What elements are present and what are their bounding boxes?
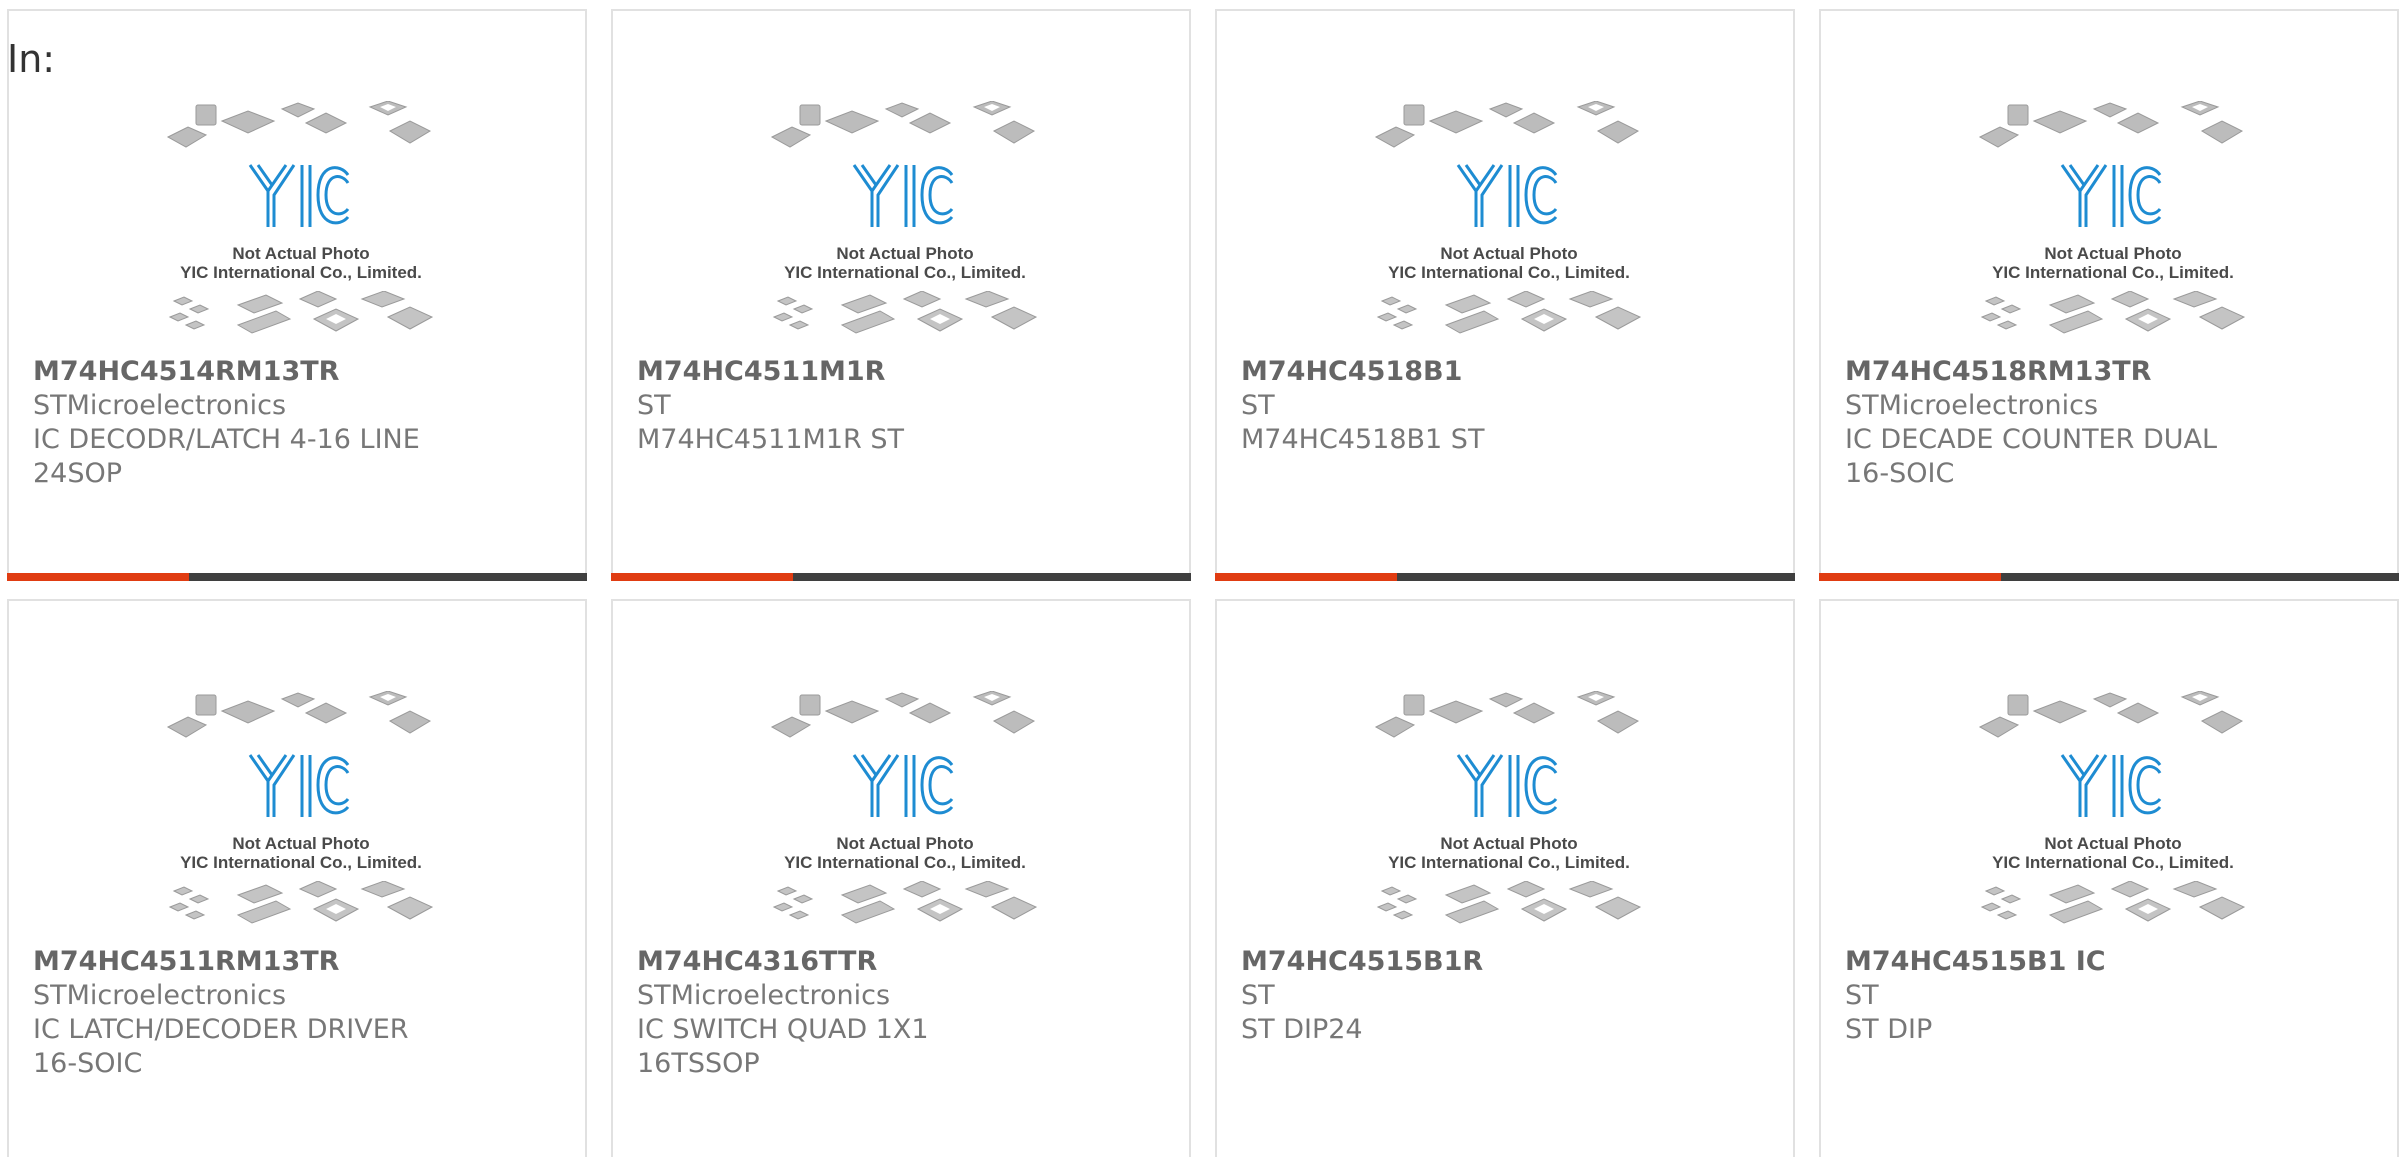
product-image-placeholder: Not Actual Photo YIC International Co., … [1374,101,1644,341]
manufacturer: STMicroelectronics [33,390,287,421]
company-caption: YIC International Co., Limited. [1992,263,2234,282]
product-card[interactable]: Not Actual Photo YIC International Co., … [611,599,1191,1157]
chip-icons-top [166,101,432,148]
chip-icons-top [1978,101,2244,148]
company-caption: YIC International Co., Limited. [1388,263,1630,282]
company-caption: YIC International Co., Limited. [784,853,1026,872]
yic-logo-icon [852,754,954,817]
product-card[interactable]: Not Actual Photo YIC International Co., … [7,9,587,581]
product-image-placeholder: Not Actual Photo YIC International Co., … [166,101,436,341]
chip-icons-bottom [1376,291,1642,334]
manufacturer: STMicroelectronics [1845,390,2099,421]
part-number[interactable]: M74HC4511RM13TR [33,945,453,979]
manufacturer: ST [637,390,671,421]
not-actual-photo-caption: Not Actual Photo [836,834,974,853]
product-info: M74HC4511M1R ST M74HC4511M1R ST [637,355,1057,457]
chip-icons-bottom [1980,881,2246,924]
manufacturer: STMicroelectronics [637,980,891,1011]
yic-logo-icon [852,164,954,227]
card-bottom-bar [611,573,1191,581]
product-description: IC DECADE COUNTER DUAL 16-SOIC [1845,424,2218,489]
chip-icons-bottom [1376,881,1642,924]
product-info: M74HC4515B1 IC ST ST DIP [1845,945,2265,1047]
product-info: M74HC4316TTR STMicroelectronics IC SWITC… [637,945,1057,1081]
manufacturer: ST [1845,980,1879,1011]
not-actual-photo-caption: Not Actual Photo [1440,244,1578,263]
yic-logo-icon [2060,164,2162,227]
yic-logo-icon [248,164,350,227]
chip-icons-top [770,101,1036,148]
manufacturer: ST [1241,390,1275,421]
product-info: M74HC4518RM13TR STMicroelectronics IC DE… [1845,355,2265,491]
product-image-placeholder: Not Actual Photo YIC International Co., … [1978,691,2248,931]
card-bottom-bar [1215,573,1795,581]
part-number[interactable]: M74HC4518B1 [1241,355,1661,389]
company-caption: YIC International Co., Limited. [1388,853,1630,872]
chip-icons-bottom [772,881,1038,924]
chip-icons-bottom [168,291,434,334]
chip-icons-top [1374,101,1640,148]
yic-logo-icon [1456,164,1558,227]
card-bottom-bar [1819,573,2399,581]
product-description: IC SWITCH QUAD 1X1 16TSSOP [637,1014,929,1079]
manufacturer: STMicroelectronics [33,980,287,1011]
product-card[interactable]: Not Actual Photo YIC International Co., … [7,599,587,1157]
product-description: M74HC4518B1 ST [1241,424,1485,455]
product-image-placeholder: Not Actual Photo YIC International Co., … [1978,101,2248,341]
product-description: IC DECODR/LATCH 4-16 LINE 24SOP [33,424,420,489]
product-image-placeholder: Not Actual Photo YIC International Co., … [770,101,1040,341]
product-description: M74HC4511M1R ST [637,424,904,455]
product-card[interactable]: Not Actual Photo YIC International Co., … [1819,9,2399,581]
not-actual-photo-caption: Not Actual Photo [232,244,370,263]
product-listing-page: In: Not Actual Photo YIC International C… [0,0,2400,1157]
not-actual-photo-caption: Not Actual Photo [1440,834,1578,853]
product-description: ST DIP [1845,1014,1933,1045]
product-image-placeholder: Not Actual Photo YIC International Co., … [166,691,436,931]
yic-logo-icon [248,754,350,817]
chip-icons-bottom [168,881,434,924]
product-image-placeholder: Not Actual Photo YIC International Co., … [1374,691,1644,931]
chip-icons-top [166,691,432,738]
card-bar-accent [611,573,793,581]
not-actual-photo-caption: Not Actual Photo [2044,244,2182,263]
chip-icons-bottom [772,291,1038,334]
company-caption: YIC International Co., Limited. [180,263,422,282]
not-actual-photo-caption: Not Actual Photo [2044,834,2182,853]
product-info: M74HC4515B1R ST ST DIP24 [1241,945,1661,1047]
not-actual-photo-caption: Not Actual Photo [836,244,974,263]
card-bar-accent [7,573,189,581]
product-card[interactable]: Not Actual Photo YIC International Co., … [1215,9,1795,581]
company-caption: YIC International Co., Limited. [180,853,422,872]
product-description: IC LATCH/DECODER DRIVER 16-SOIC [33,1014,409,1079]
part-number[interactable]: M74HC4316TTR [637,945,1057,979]
product-info: M74HC4518B1 ST M74HC4518B1 ST [1241,355,1661,457]
chip-icons-top [770,691,1036,738]
company-caption: YIC International Co., Limited. [1992,853,2234,872]
chip-icons-bottom [1980,291,2246,334]
part-number[interactable]: M74HC4518RM13TR [1845,355,2265,389]
product-image-placeholder: Not Actual Photo YIC International Co., … [770,691,1040,931]
product-info: M74HC4511RM13TR STMicroelectronics IC LA… [33,945,453,1081]
chip-icons-top [1374,691,1640,738]
card-bar-accent [1819,573,2001,581]
chip-icons-top [1978,691,2244,738]
page-label: In: [7,37,56,81]
company-caption: YIC International Co., Limited. [784,263,1026,282]
part-number[interactable]: M74HC4511M1R [637,355,1057,389]
card-bar-accent [1215,573,1397,581]
product-description: ST DIP24 [1241,1014,1363,1045]
product-grid: Not Actual Photo YIC International Co., … [7,9,2399,1157]
part-number[interactable]: M74HC4515B1 IC [1845,945,2265,979]
product-info: M74HC4514RM13TR STMicroelectronics IC DE… [33,355,453,491]
yic-logo-icon [2060,754,2162,817]
product-card[interactable]: Not Actual Photo YIC International Co., … [1215,599,1795,1157]
manufacturer: ST [1241,980,1275,1011]
product-card[interactable]: Not Actual Photo YIC International Co., … [611,9,1191,581]
part-number[interactable]: M74HC4515B1R [1241,945,1661,979]
card-bottom-bar [7,573,587,581]
product-card[interactable]: Not Actual Photo YIC International Co., … [1819,599,2399,1157]
part-number[interactable]: M74HC4514RM13TR [33,355,453,389]
yic-logo-icon [1456,754,1558,817]
not-actual-photo-caption: Not Actual Photo [232,834,370,853]
